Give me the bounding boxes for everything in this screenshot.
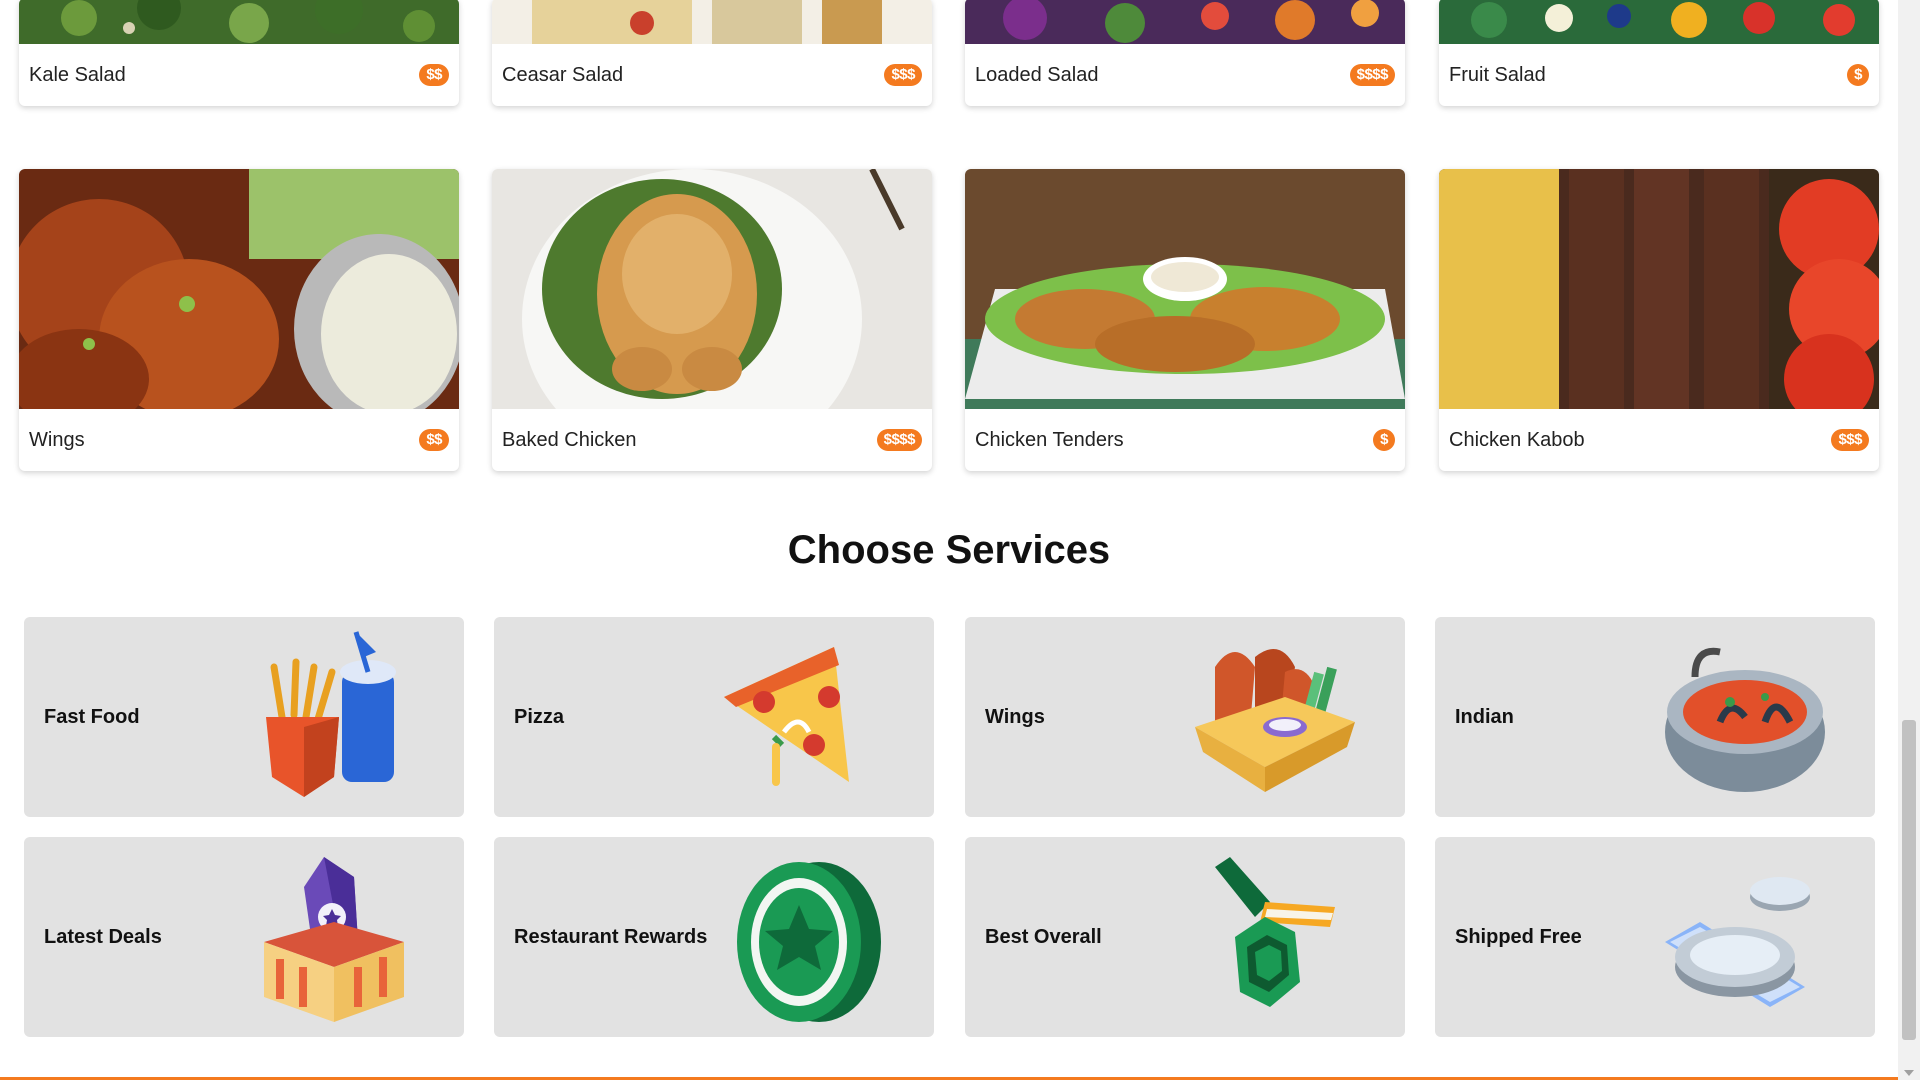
service-restaurant-rewards[interactable]: Restaurant Rewards xyxy=(494,837,934,1037)
food-card-baked-chicken[interactable]: Baked Chicken $$$$ xyxy=(492,169,932,471)
price-badge: $$$ xyxy=(1831,429,1869,451)
food-name: Chicken Kabob xyxy=(1449,428,1585,451)
vertical-scrollbar[interactable] xyxy=(1898,0,1920,1080)
service-indian[interactable]: Indian xyxy=(1435,617,1875,817)
service-wings[interactable]: Wings xyxy=(965,617,1405,817)
food-card-wings[interactable]: Wings $$ xyxy=(19,169,459,471)
price-badge: $$$$ xyxy=(1349,64,1395,86)
food-card-chicken-tenders[interactable]: Chicken Tenders $ xyxy=(965,169,1405,471)
service-label: Latest Deals xyxy=(44,925,162,948)
food-image xyxy=(1439,169,1879,409)
food-name: Chicken Tenders xyxy=(975,428,1124,451)
pizza-slice-icon xyxy=(714,627,894,807)
service-label: Restaurant Rewards xyxy=(514,925,708,948)
service-fast-food[interactable]: Fast Food xyxy=(24,617,464,817)
food-name: Wings xyxy=(29,428,85,451)
service-label: Indian xyxy=(1455,705,1514,728)
price-badge: $$$$ xyxy=(876,429,922,451)
price-badge: $$ xyxy=(419,429,449,451)
food-image xyxy=(1439,0,1879,44)
section-title: Choose Services xyxy=(787,528,1111,572)
service-label: Fast Food xyxy=(44,705,140,728)
page: Kale Salad $$ Ceasar Salad $$$ Loaded Sa… xyxy=(0,0,1898,1080)
service-best-overall[interactable]: Best Overall xyxy=(965,837,1405,1037)
price-badge: $$$ xyxy=(884,64,922,86)
price-tag-box-icon xyxy=(244,847,424,1027)
food-card-fruit-salad[interactable]: Fruit Salad $ xyxy=(1439,0,1879,106)
price-badge: $ xyxy=(1847,64,1869,86)
food-image xyxy=(965,0,1405,44)
food-image xyxy=(492,169,932,409)
scrollbar-thumb[interactable] xyxy=(1902,720,1916,1040)
price-badge: $ xyxy=(1373,429,1395,451)
food-card-loaded-salad[interactable]: Loaded Salad $$$$ xyxy=(965,0,1405,106)
food-name: Baked Chicken xyxy=(502,428,637,451)
food-name: Fruit Salad xyxy=(1449,63,1546,86)
food-image xyxy=(492,0,932,44)
service-label: Pizza xyxy=(514,705,565,728)
medal-icon xyxy=(1185,847,1365,1027)
service-latest-deals[interactable]: Latest Deals xyxy=(24,837,464,1037)
food-image xyxy=(19,169,459,409)
food-name: Ceasar Salad xyxy=(502,63,624,86)
star-coin-icon xyxy=(714,847,894,1027)
service-label: Shipped Free xyxy=(1455,925,1582,948)
food-image xyxy=(965,169,1405,409)
food-name: Kale Salad xyxy=(29,63,126,86)
service-label: Best Overall xyxy=(985,925,1102,948)
curry-pot-icon xyxy=(1655,627,1835,807)
food-card-kale-salad[interactable]: Kale Salad $$ xyxy=(19,0,459,106)
plates-icon xyxy=(1655,847,1835,1027)
service-pizza[interactable]: Pizza xyxy=(494,617,934,817)
food-image xyxy=(19,0,459,44)
scroll-down-arrow-icon[interactable] xyxy=(1904,1070,1914,1076)
fries-drink-icon xyxy=(244,627,424,807)
price-badge: $$ xyxy=(419,64,449,86)
food-card-ceasar-salad[interactable]: Ceasar Salad $$$ xyxy=(492,0,932,106)
service-label: Wings xyxy=(985,705,1045,728)
food-name: Loaded Salad xyxy=(975,63,1099,86)
service-shipped-free[interactable]: Shipped Free xyxy=(1435,837,1875,1037)
wings-basket-icon xyxy=(1185,627,1365,807)
food-card-chicken-kabob[interactable]: Chicken Kabob $$$ xyxy=(1439,169,1879,471)
